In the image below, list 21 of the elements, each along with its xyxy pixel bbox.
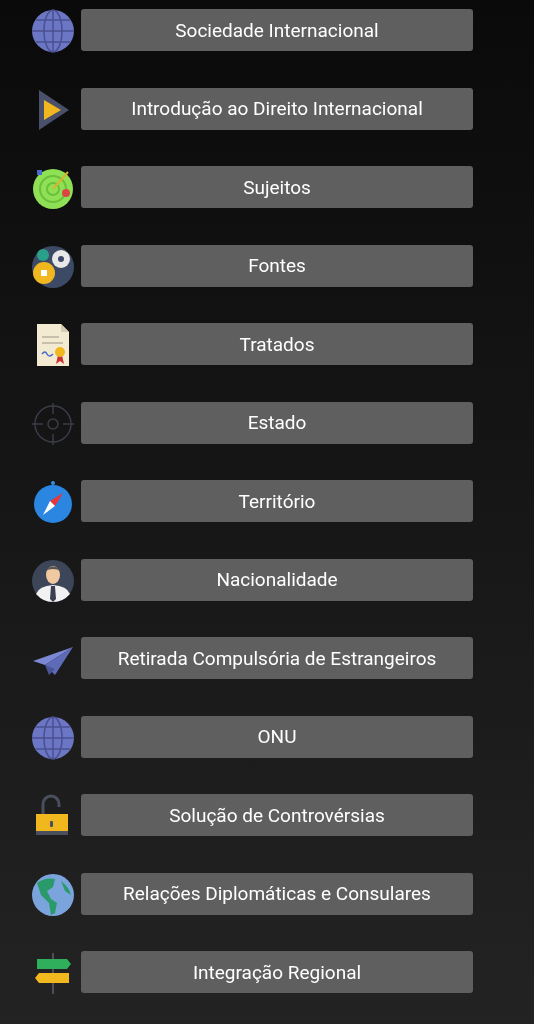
menu-button[interactable]: Sujeitos bbox=[81, 166, 473, 208]
menu-button[interactable]: Relações Diplomáticas e Consulares bbox=[81, 872, 473, 915]
compass-icon bbox=[31, 480, 75, 524]
menu-button[interactable]: Introdução ao Direito Internacional bbox=[81, 87, 473, 130]
menu-button[interactable]: Fontes bbox=[81, 244, 473, 287]
gears-icon bbox=[31, 244, 75, 289]
menu-button[interactable]: Território bbox=[81, 480, 473, 522]
menu-button[interactable]: Retirada Compulsória de Estrangeiros bbox=[81, 637, 473, 679]
menu-button[interactable]: Integração Regional bbox=[81, 951, 473, 993]
menu-button[interactable]: ONU bbox=[81, 715, 473, 758]
earth-icon bbox=[31, 872, 75, 917]
menu-button[interactable]: Sociedade Internacional bbox=[81, 9, 473, 51]
menu-button[interactable]: Tratados bbox=[81, 323, 473, 365]
menu-button[interactable]: Estado bbox=[81, 401, 473, 444]
radar-icon bbox=[31, 166, 75, 210]
crosshair-icon bbox=[31, 401, 75, 446]
menu-button[interactable]: Nacionalidade bbox=[81, 558, 473, 601]
person-icon bbox=[31, 558, 75, 603]
globe-icon bbox=[31, 715, 75, 760]
menu-button[interactable]: Solução de Controvérsias bbox=[81, 794, 473, 836]
globe-icon bbox=[31, 9, 75, 53]
